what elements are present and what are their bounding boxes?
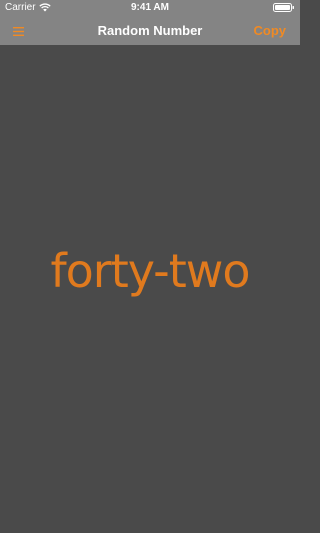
status-bar: Carrier 9:41 AM bbox=[0, 0, 300, 15]
top-bar: Carrier 9:41 AM Random Number Copy bbox=[0, 0, 300, 45]
battery-icon bbox=[273, 3, 294, 12]
random-number-text: forty-two bbox=[50, 244, 250, 298]
app-screen: Carrier 9:41 AM Random Number Copy forty… bbox=[0, 0, 300, 533]
copy-button[interactable]: Copy bbox=[254, 23, 287, 38]
status-time: 9:41 AM bbox=[131, 2, 169, 13]
navigation-bar: Random Number Copy bbox=[0, 15, 300, 45]
